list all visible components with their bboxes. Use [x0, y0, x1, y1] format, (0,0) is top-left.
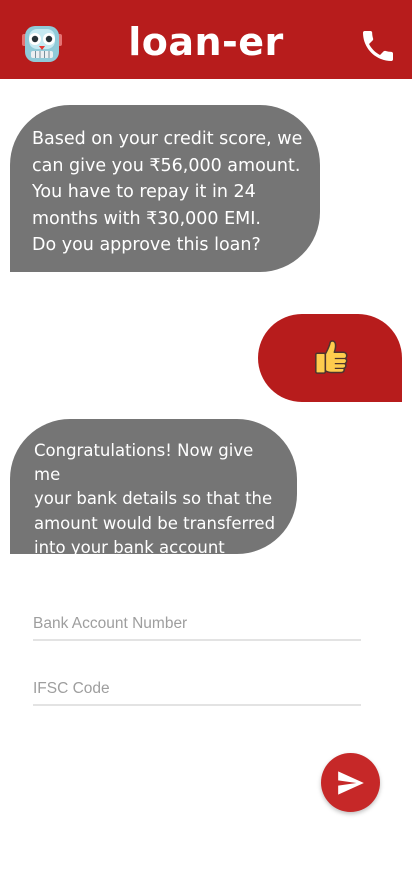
phone-icon[interactable]	[358, 26, 398, 66]
user-message-thumbs-up	[258, 314, 402, 402]
app-title: loan-er	[128, 20, 284, 64]
message-text: Congratulations! Now give me your bank d…	[34, 441, 276, 557]
thumbs-up-icon	[315, 340, 348, 374]
ifsc-code-input[interactable]	[33, 679, 361, 706]
bank-account-number-input[interactable]	[33, 614, 361, 641]
message-text: Based on your credit score, we can give …	[32, 129, 303, 255]
bot-message-loan-offer: Based on your credit score, we can give …	[10, 105, 320, 272]
app-bar: loan-er	[0, 0, 412, 79]
send-button[interactable]	[321, 753, 380, 812]
bot-message-bank-details: Congratulations! Now give me your bank d…	[10, 419, 297, 557]
send-icon	[338, 771, 364, 795]
